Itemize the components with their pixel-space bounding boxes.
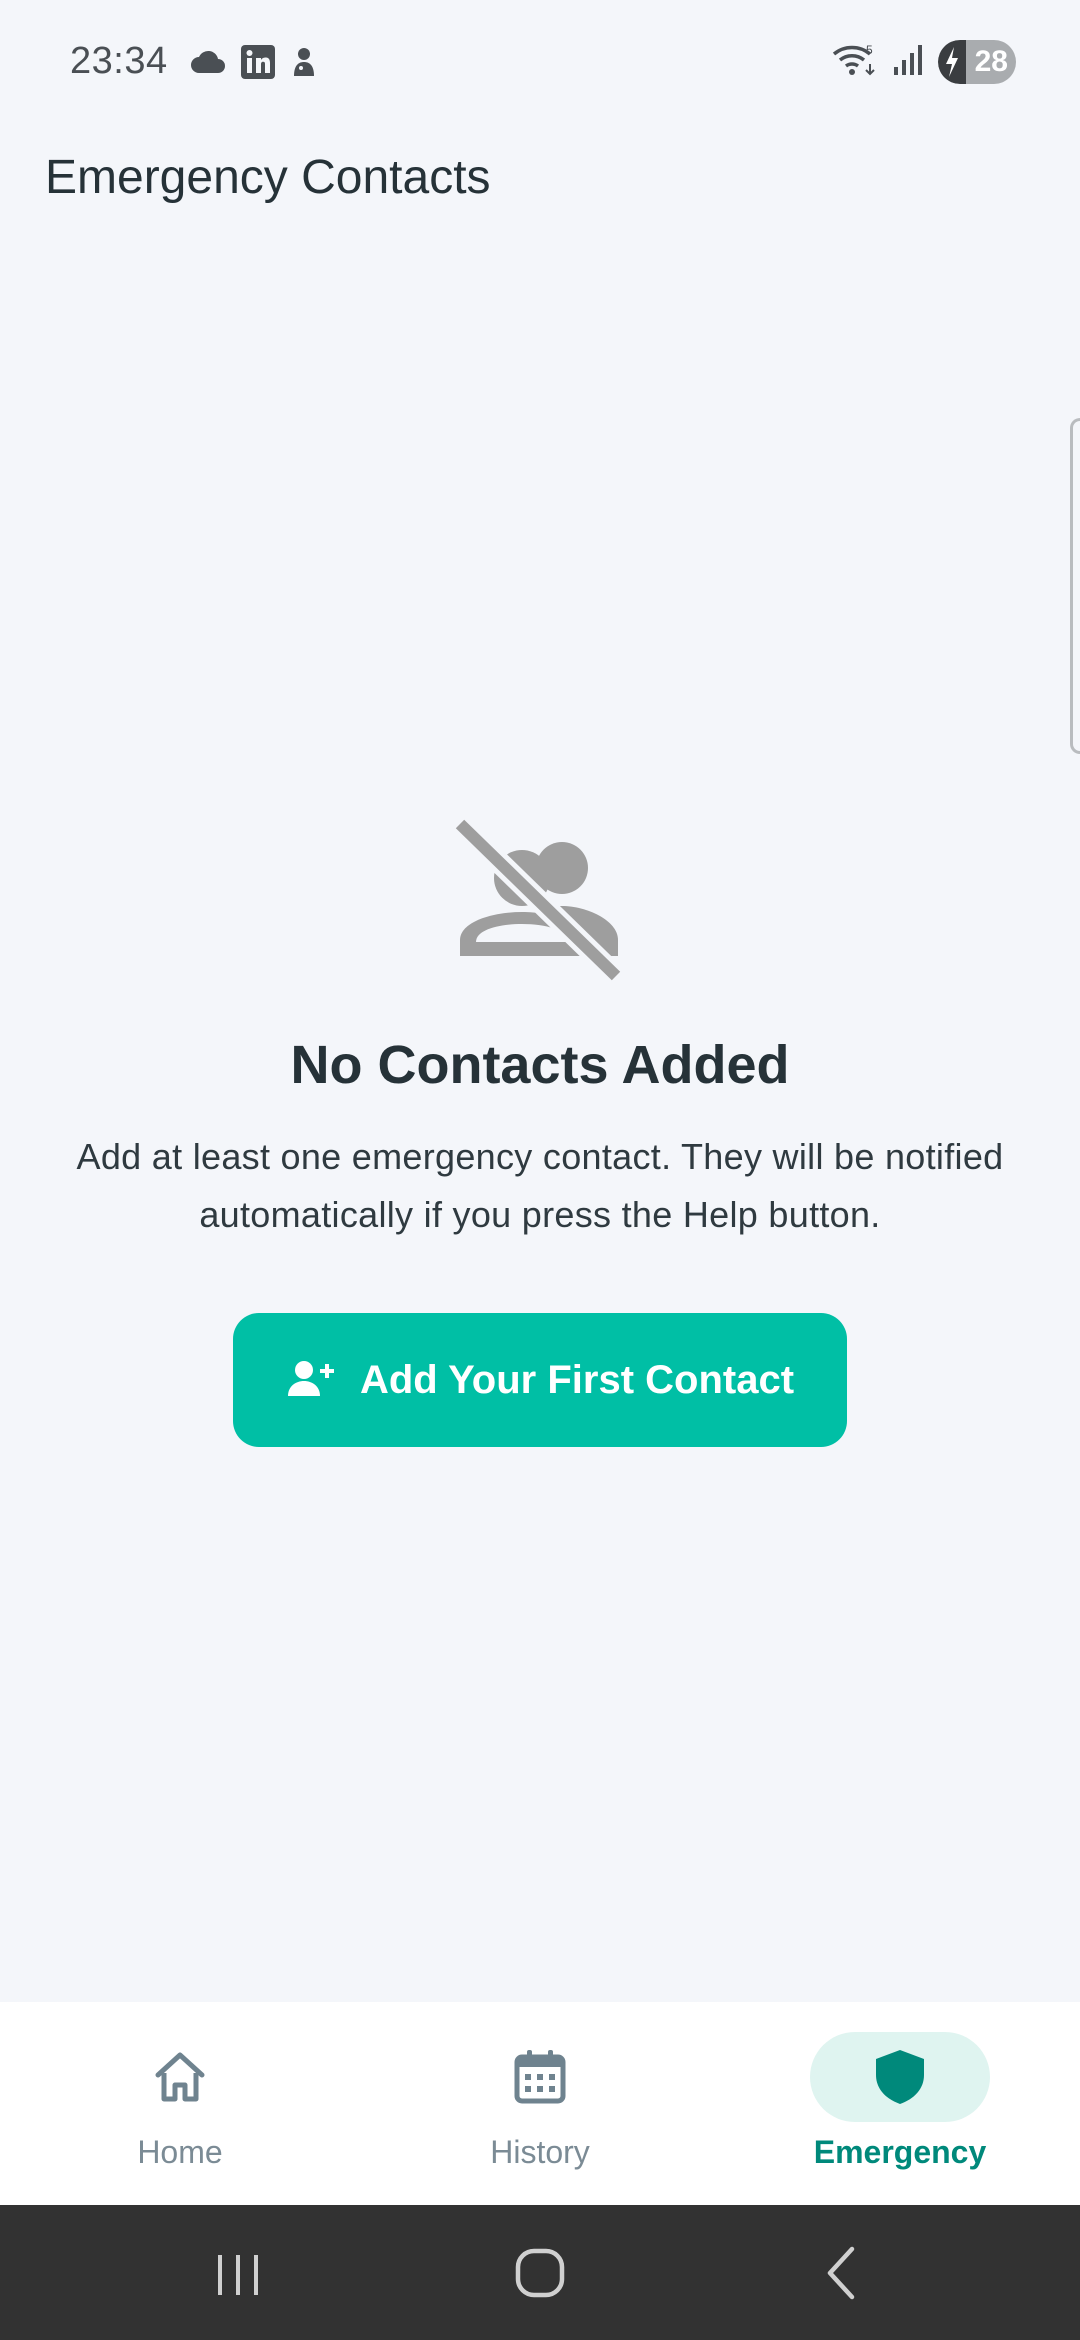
recents-button[interactable] bbox=[198, 2235, 278, 2311]
empty-state-description: Add at least one emergency contact. They… bbox=[76, 1136, 1004, 1235]
status-time: 23:34 bbox=[70, 40, 168, 82]
no-contacts-icon bbox=[450, 814, 628, 986]
nav-label-home: Home bbox=[137, 2134, 223, 2170]
signal-icon bbox=[892, 43, 924, 82]
status-bar: 23:34 5 28 bbox=[0, 0, 1080, 124]
battery-level: 28 bbox=[974, 45, 1008, 78]
svg-text:5: 5 bbox=[866, 43, 873, 57]
nav-label-emergency: Emergency bbox=[813, 2134, 987, 2170]
battery-icon: 28 bbox=[938, 40, 1016, 84]
status-left-icons bbox=[190, 44, 318, 85]
linkedin-icon bbox=[240, 44, 276, 85]
nav-item-emergency[interactable]: Emergency bbox=[720, 2002, 1080, 2205]
page-title: Emergency Contacts bbox=[45, 151, 491, 204]
add-first-contact-label: Add Your First Contact bbox=[359, 1357, 795, 1402]
back-button[interactable] bbox=[802, 2235, 882, 2311]
bottom-navigation: Home History Emergency bbox=[0, 2002, 1080, 2205]
shield-icon bbox=[870, 2047, 930, 2107]
system-navigation-bar bbox=[0, 2205, 1080, 2340]
empty-state-title: No Contacts Added bbox=[290, 1035, 790, 1095]
add-first-contact-button[interactable]: Add Your First Contact bbox=[233, 1313, 847, 1447]
home-icon bbox=[150, 2047, 210, 2107]
nav-label-history: History bbox=[490, 2134, 590, 2170]
person-add-icon bbox=[286, 1358, 336, 1403]
calendar-icon bbox=[510, 2047, 570, 2107]
status-right-icons: 5 28 bbox=[832, 40, 1016, 84]
nav-item-home[interactable]: Home bbox=[0, 2002, 360, 2205]
nav-item-history[interactable]: History bbox=[360, 2002, 720, 2205]
edge-panel-handle[interactable] bbox=[1070, 418, 1080, 754]
wifi-icon: 5 bbox=[832, 42, 878, 83]
home-button[interactable] bbox=[500, 2235, 580, 2311]
cloud-icon bbox=[190, 49, 226, 80]
notification-app-icon bbox=[290, 46, 318, 83]
